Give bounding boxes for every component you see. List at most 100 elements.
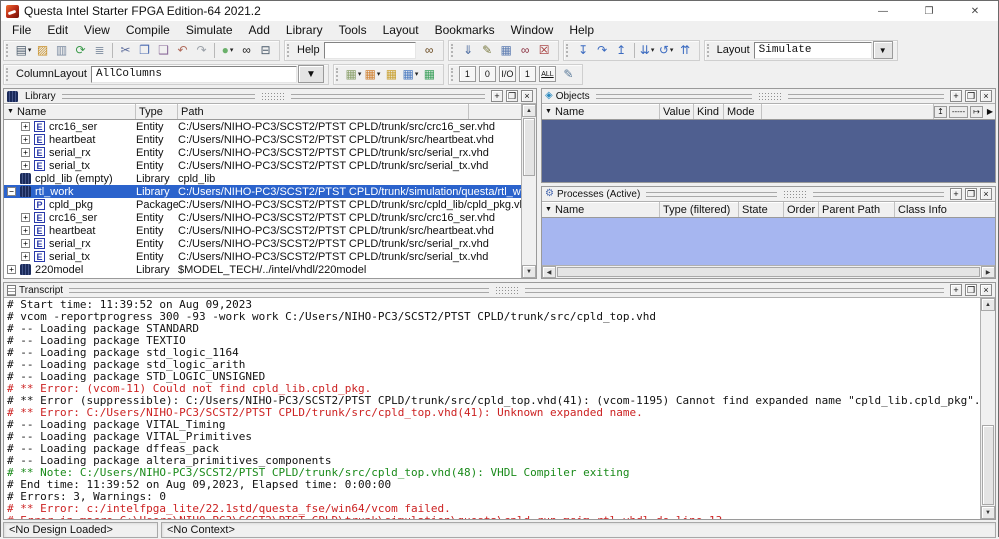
layout-dropdown-button[interactable]: ▼ [873,41,893,59]
processes-col-parent-path[interactable]: Parent Path [819,202,895,217]
restore-button[interactable]: ❐ [906,1,952,21]
cut-button[interactable]: ✂ [116,41,135,60]
scroll-right-icon[interactable]: ▶ [981,266,995,278]
menu-add[interactable]: Add [241,23,278,37]
compile-button[interactable]: ⇓ [459,41,478,60]
panel-undock-button[interactable]: ❐ [965,284,977,296]
step-out-button[interactable]: ⇈ [676,41,695,60]
scroll-up-icon[interactable]: ▲ [981,298,995,311]
library-row[interactable]: +220modelLibrary$MODEL_TECH/../intel/vhd… [4,263,521,276]
edit-mode-button[interactable]: ✎ [559,65,578,84]
paste-button[interactable]: ❑ [154,41,173,60]
objects-insert-button[interactable]: ↥ [934,106,947,118]
restart-button[interactable]: ↧ [574,41,593,60]
hierarchy-button[interactable]: ⊟ [256,41,275,60]
panel-add-button[interactable]: + [491,90,503,102]
radix-all-button[interactable]: ALL [539,66,556,82]
expand-icon[interactable]: + [21,252,30,261]
panel-undock-button[interactable]: ❐ [965,188,977,200]
print-button[interactable]: ≣ [90,41,109,60]
continue-run-button[interactable]: ↥ [612,41,631,60]
close-button[interactable]: ✕ [952,1,998,21]
columnlayout-select[interactable]: AllColumns [91,66,297,83]
library-row[interactable]: +EheartbeatEntityC:/Users/NIHO-PC3/SCST2… [4,133,521,146]
undo-button[interactable]: ↶ [173,41,192,60]
panel-close-button[interactable]: × [980,188,992,200]
objects-filter-button[interactable]: ----- [949,106,968,118]
panel-add-button[interactable]: + [950,284,962,296]
add-to-wave-button[interactable]: ▦▾ [363,65,382,84]
run-options-button[interactable]: ●▾ [218,41,237,60]
run-button[interactable]: ↷ [593,41,612,60]
objects-col-mode[interactable]: Mode [724,104,762,119]
menu-layout[interactable]: Layout [375,23,427,37]
library-row[interactable]: +Ecrc16_serEntityC:/Users/NIHO-PC3/SCST2… [4,211,521,224]
panel-close-button[interactable]: × [980,90,992,102]
expand-icon[interactable]: + [21,226,30,235]
library-col-path[interactable]: Path [178,104,469,119]
scroll-down-icon[interactable]: ▼ [522,265,536,278]
library-row[interactable]: cpld_lib (empty)Librarycpld_lib [4,172,521,185]
open-folder-button[interactable]: ▨ [33,41,52,60]
find-button[interactable]: ∞ [237,41,256,60]
processes-col-type[interactable]: Type (filtered) [660,202,739,217]
columnlayout-dropdown-button[interactable]: ▼ [298,65,324,83]
step-over-button[interactable]: ↺▾ [657,41,676,60]
panel-undock-button[interactable]: ❐ [506,90,518,102]
library-row[interactable]: −rtl_workLibraryC:/Users/NIHO-PC3/SCST2/… [4,185,521,198]
library-row[interactable]: +EheartbeatEntityC:/Users/NIHO-PC3/SCST2… [4,224,521,237]
expand-icon[interactable]: + [21,122,30,131]
processes-col-class-info[interactable]: Class Info [895,202,995,217]
menu-compile[interactable]: Compile [118,23,178,37]
help-input[interactable] [324,42,416,59]
menu-file[interactable]: File [4,23,39,37]
lock-wave-button[interactable]: ▦▾ [401,65,420,84]
redo-button[interactable]: ↷ [192,41,211,60]
reload-button[interactable]: ⟳ [71,41,90,60]
library-row[interactable]: Pcpld_pkgPackageC:/Users/NIHO-PC3/SCST2/… [4,198,521,211]
collapse-icon[interactable]: − [7,187,16,196]
expand-icon[interactable]: + [21,148,30,157]
menu-window[interactable]: Window [503,23,562,37]
library-row[interactable]: +Eserial_rxEntityC:/Users/NIHO-PC3/SCST2… [4,146,521,159]
objects-col-value[interactable]: Value [660,104,694,119]
scroll-up-icon[interactable]: ▲ [522,104,536,117]
menu-help[interactable]: Help [561,23,602,37]
scrollbar-thumb[interactable] [523,118,535,176]
simulate-button[interactable]: ▦ [497,41,516,60]
expand-icon[interactable]: + [21,213,30,222]
expand-icon[interactable]: + [7,265,16,274]
radix-io-button[interactable]: I/O [499,66,516,82]
edit-wave-button[interactable]: ▦ [382,65,401,84]
drag-grip[interactable] [783,190,807,199]
expand-icon[interactable]: + [21,161,30,170]
radix-0-button[interactable]: 0 [479,66,496,82]
processes-col-state[interactable]: State [739,202,784,217]
menu-tools[interactable]: Tools [331,23,375,37]
stop-button[interactable]: ☒ [535,41,554,60]
layout-select[interactable]: Simulate [754,42,872,59]
step-button[interactable]: ⇊▾ [638,41,657,60]
panel-close-button[interactable]: × [980,284,992,296]
library-col-type[interactable]: Type [136,104,178,119]
scroll-right-icon[interactable]: ▶ [987,107,993,116]
objects-apply-button[interactable]: ↦ [970,106,983,118]
scroll-left-icon[interactable]: ◀ [542,266,556,278]
panel-add-button[interactable]: + [950,90,962,102]
find-help-button[interactable]: ∞ [420,41,439,60]
scrollbar-thumb[interactable] [557,267,980,277]
menu-library[interactable]: Library [278,23,331,37]
save-button[interactable]: ▥ [52,41,71,60]
break-button[interactable]: ∞ [516,41,535,60]
minimize-button[interactable]: — [860,1,906,21]
processes-hscrollbar[interactable]: ◀ ▶ [542,265,995,278]
menu-bookmarks[interactable]: Bookmarks [427,23,503,37]
library-row[interactable]: +Ecrc16_serEntityC:/Users/NIHO-PC3/SCST2… [4,120,521,133]
objects-col-kind[interactable]: Kind [694,104,724,119]
menu-edit[interactable]: Edit [39,23,76,37]
compile-all-button[interactable]: ✎ [478,41,497,60]
new-file-button[interactable]: ▤▾ [14,41,33,60]
library-row[interactable]: +Eserial_txEntityC:/Users/NIHO-PC3/SCST2… [4,250,521,263]
drag-grip[interactable] [495,286,519,295]
processes-col-order[interactable]: Order [784,202,819,217]
